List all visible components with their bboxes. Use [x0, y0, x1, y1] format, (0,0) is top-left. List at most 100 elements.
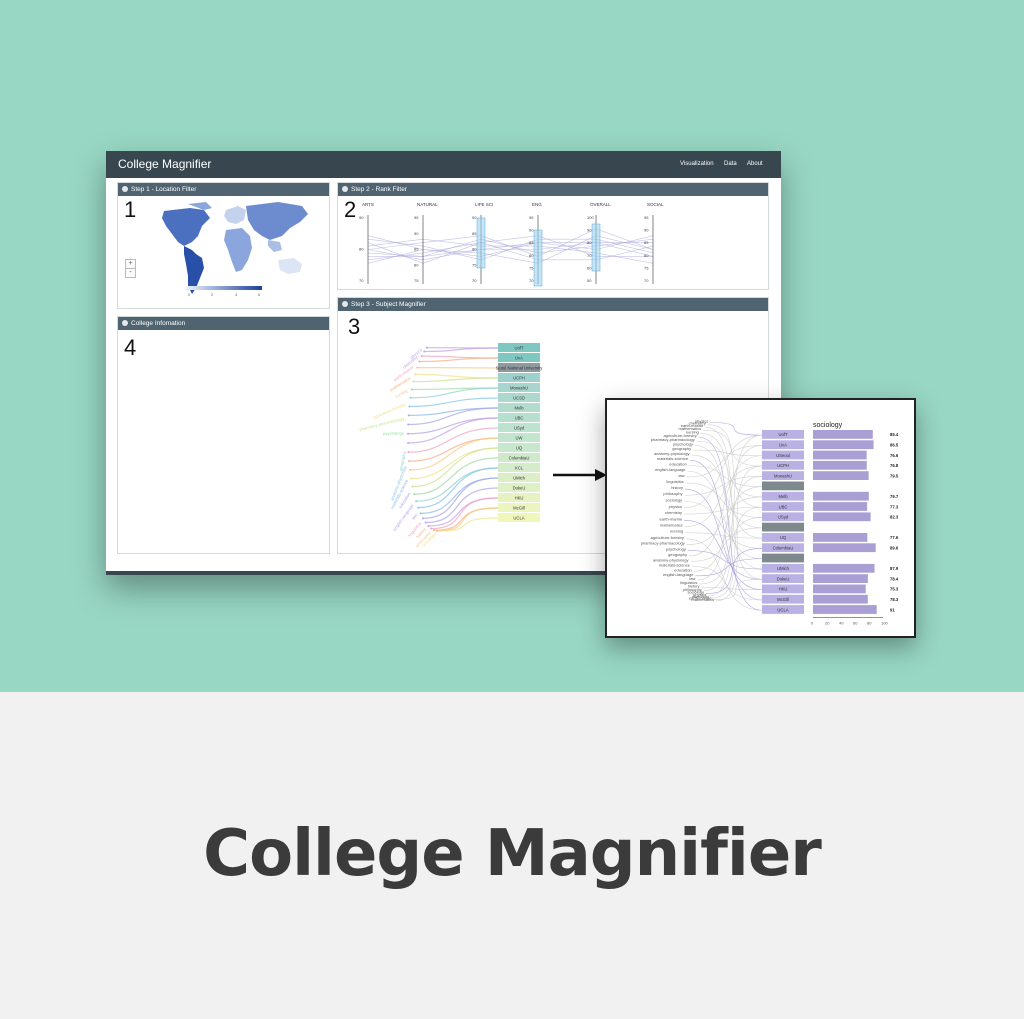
subject-link: [698, 436, 763, 611]
panel-header: Step 1 - Location Filter: [118, 183, 329, 196]
panel-header: Step 3 - Subject Magnifier: [338, 298, 768, 311]
subject-node: [419, 512, 422, 515]
university-label: UCPH: [513, 376, 525, 381]
value-bar: [813, 471, 869, 480]
x-tick-label: 40: [839, 620, 844, 625]
subject-link: [412, 447, 499, 488]
panel-title: Step 1 - Location Filter: [131, 186, 197, 193]
university-label: Seoul National University: [496, 366, 544, 371]
tick-label: 70: [472, 278, 477, 283]
tick-label: 80: [414, 262, 419, 267]
university-label: UCLA: [513, 516, 524, 521]
subject-link: [699, 517, 763, 585]
university-label: HKU: [515, 496, 524, 501]
arrow-icon: [553, 469, 607, 481]
subject-link: [408, 407, 499, 426]
university-label: UCSD: [513, 396, 525, 401]
nav-data[interactable]: Data: [724, 161, 737, 167]
subject-node: [411, 485, 414, 488]
tick-label: 90: [644, 228, 649, 233]
region-se-asia: [268, 240, 282, 252]
value-label: 91: [890, 607, 895, 612]
axis-label: ARTS: [362, 202, 374, 207]
university-label: UQ: [516, 446, 523, 451]
value-bar: [813, 460, 867, 470]
panel-title: Step 3 - Subject Magnifier: [351, 301, 426, 308]
tick-label: 70: [359, 278, 364, 283]
subject-label: agriculture-forestry: [651, 535, 684, 540]
university-label: ColumbiaU: [773, 546, 794, 551]
tick-label: 75: [644, 265, 649, 270]
subject-node: [408, 469, 411, 472]
subject-label: nursing: [670, 529, 683, 534]
region-north-america: [162, 208, 210, 246]
subject-link: [689, 455, 763, 557]
university-label: ColumbiaU: [509, 456, 530, 461]
subject-label: psychology: [666, 546, 686, 551]
axis-label: SOCIAL: [647, 202, 664, 207]
subject-node: [413, 493, 416, 496]
university-label: UCLA: [777, 607, 788, 612]
tick-label: 85: [472, 231, 477, 236]
university-label: USyd: [778, 515, 789, 520]
tick-label: 70: [587, 253, 592, 258]
tick-label: 80: [472, 247, 477, 252]
subject-label: psychology: [383, 431, 405, 437]
value-label: 77.6: [890, 535, 899, 540]
world-map[interactable]: 0 2 4 6: [118, 196, 329, 308]
value-label: 78.4: [890, 576, 899, 581]
value-label: 89.6: [890, 546, 899, 551]
x-tick-label: 0: [811, 620, 814, 625]
panel-header: College Infomation: [118, 317, 329, 330]
legend-tick: 4: [235, 292, 238, 297]
subject-node: [416, 366, 419, 369]
subject-label: chemistry: [665, 510, 682, 515]
subject-label: pharmacy-pharmacology: [359, 416, 406, 432]
value-bar: [813, 502, 868, 511]
region-europe: [224, 206, 246, 224]
value-bar: [813, 563, 875, 573]
subject-label: mathematics: [660, 523, 683, 528]
value-bar: [813, 430, 873, 439]
nav-visualization[interactable]: Visualization: [680, 161, 714, 167]
tick-label: 90: [472, 215, 477, 220]
legend-tick: 6: [258, 292, 261, 297]
subject-node: [420, 355, 423, 358]
subject-node: [407, 414, 410, 417]
university-label: UofT: [778, 432, 788, 437]
subject-node: [438, 529, 441, 532]
inset-chart[interactable]: physicschemistryearth-marinemathematicsn…: [607, 400, 914, 636]
subject-node: [423, 350, 426, 353]
university-label: McGill: [777, 597, 789, 602]
navbar: College Magnifier Visualization Data Abo…: [106, 151, 781, 178]
college-information-panel: College Infomation 4: [117, 316, 330, 554]
subject-node: [415, 500, 418, 503]
parallel-coordinates-chart[interactable]: ARTS 90 80 70 NATURAL 95 90 85 80 75 LIFE SCI 90 85 8…: [338, 196, 768, 289]
subject-node: [407, 423, 410, 426]
zoom-out-button[interactable]: -: [125, 268, 136, 278]
subject-node: [410, 388, 413, 391]
subject-label: physics: [669, 504, 682, 509]
university-bar: [762, 522, 804, 532]
subject-label: english-language: [655, 467, 686, 472]
value-bar: [813, 543, 876, 553]
value-label: 77.3: [890, 504, 899, 509]
tick-label: 85: [414, 247, 419, 252]
nav-about[interactable]: About: [747, 161, 763, 167]
app-title: College Magnifier: [118, 157, 212, 171]
tick-label: 80: [587, 240, 592, 245]
subject-link: [418, 467, 499, 509]
value-bar: [813, 594, 868, 604]
tick-label: 60: [587, 265, 592, 270]
inset-subject-title: sociology: [813, 422, 843, 429]
value-bar: [813, 491, 869, 501]
tick-label: 90: [587, 228, 592, 233]
value-bar: [813, 512, 871, 522]
x-tick-label: 80: [867, 620, 872, 625]
university-label: Melb: [514, 406, 524, 411]
caption-title: College Magnifier: [203, 817, 822, 891]
step-number: 4: [124, 335, 137, 360]
value-label: 79.5: [890, 473, 899, 478]
tick-label: 90: [359, 215, 364, 220]
tick-label: 95: [644, 215, 649, 220]
